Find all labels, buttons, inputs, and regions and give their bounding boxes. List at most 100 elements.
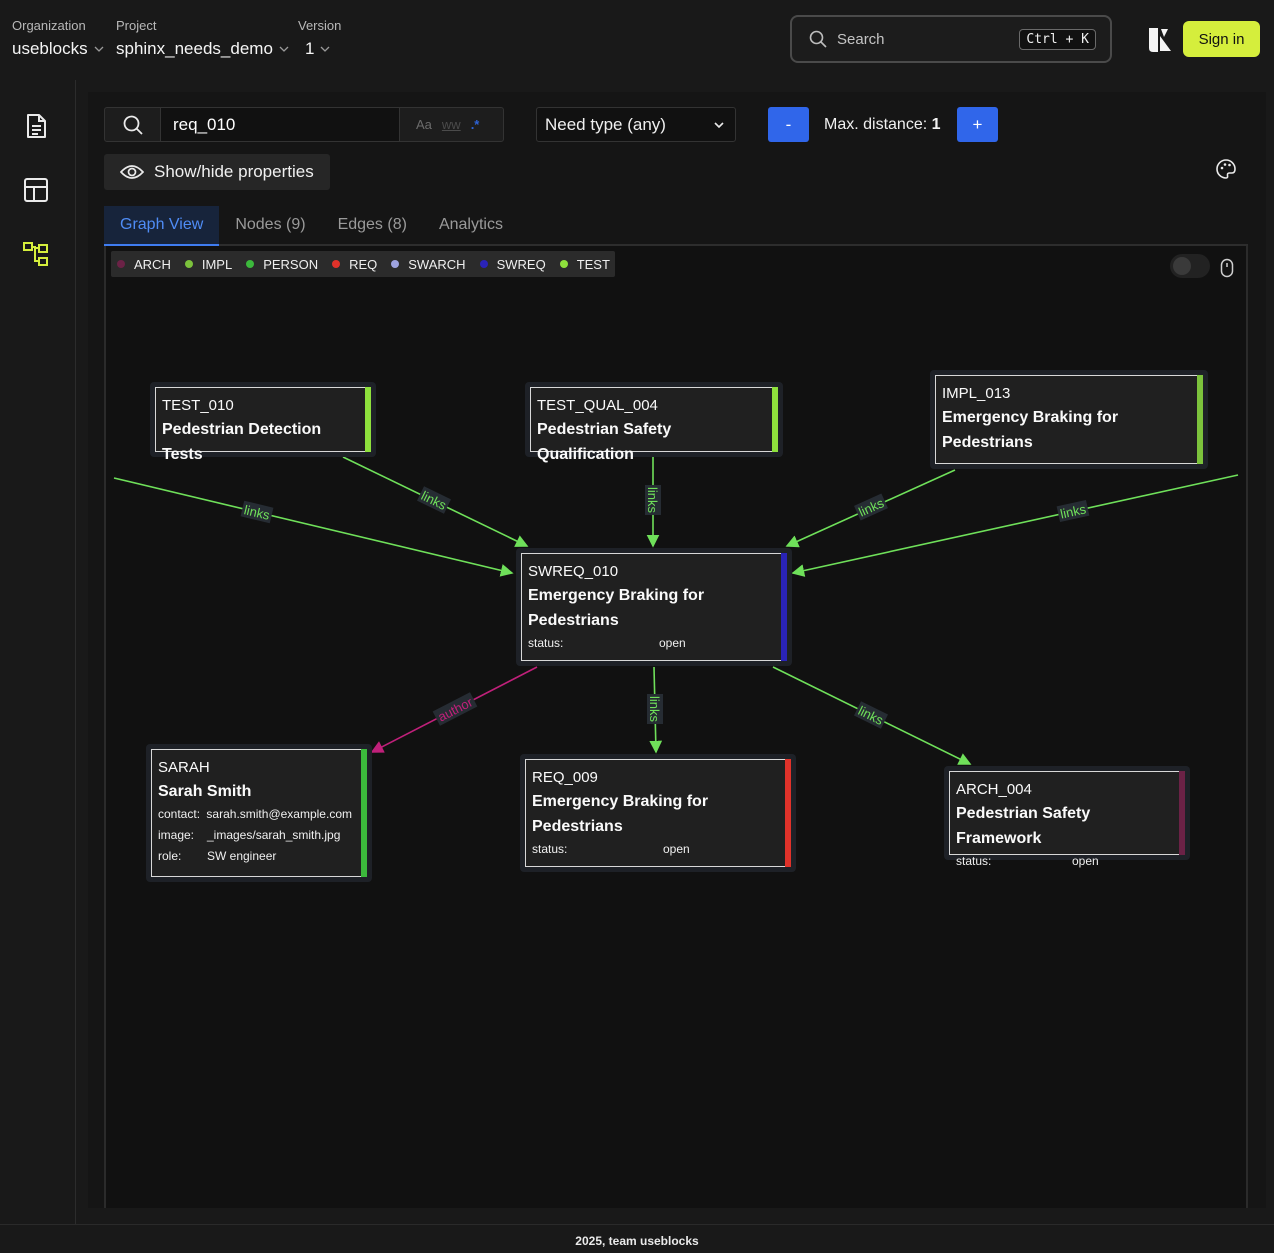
- property-key: role:: [158, 849, 182, 863]
- property-value: open: [663, 842, 690, 856]
- node-req-009[interactable]: REQ_009 Emergency Braking for Pedestrian…: [520, 754, 796, 872]
- edge-label: links: [854, 701, 888, 729]
- regex-toggle[interactable]: .*: [471, 117, 480, 132]
- layout-icon[interactable]: [22, 176, 50, 204]
- legend-color-dot: [246, 260, 255, 268]
- node-property-status: status: open: [528, 633, 772, 654]
- footer: 2025, team useblocks: [0, 1224, 1274, 1253]
- node-id: ARCH_004: [956, 781, 1032, 798]
- edge-label: links: [647, 694, 663, 724]
- type-color-bar: [365, 387, 371, 452]
- property-value: sarah.smith@example.com: [206, 807, 352, 821]
- property-key: status:: [528, 636, 564, 650]
- type-color-bar: [781, 553, 787, 661]
- mouse-icon[interactable]: [1220, 258, 1234, 278]
- edge-label-text: links: [645, 487, 660, 514]
- project-label: Project: [116, 18, 157, 33]
- type-color-bar: [785, 759, 791, 867]
- legend-item-req[interactable]: REQ: [332, 257, 377, 272]
- max-distance: Max. distance: 1: [824, 116, 941, 134]
- property-key: status:: [532, 842, 568, 856]
- legend-item-arch[interactable]: ARCH: [117, 257, 171, 272]
- version-label: Version: [298, 18, 342, 33]
- edge-label: links: [645, 485, 661, 515]
- organization-selector[interactable]: Organization useblocks: [12, 18, 104, 59]
- max-distance-label: Max. distance:: [824, 116, 928, 133]
- property-value: _images/sarah_smith.jpg: [207, 828, 341, 842]
- need-type-select[interactable]: Need type (any): [536, 107, 736, 142]
- node-id: TEST_QUAL_004: [537, 397, 658, 414]
- layout-toggle[interactable]: [1170, 254, 1210, 278]
- search-icon: [809, 30, 827, 48]
- legend-label: TEST: [576, 256, 610, 272]
- sign-in-button[interactable]: Sign in: [1183, 21, 1260, 57]
- tab-nodes[interactable]: Nodes (9): [219, 206, 321, 246]
- type-color-bar: [1197, 375, 1203, 464]
- node-test-010[interactable]: TEST_010 Pedestrian Detection Tests: [150, 382, 376, 463]
- node-arch-004[interactable]: ARCH_004 Pedestrian Safety Framework sta…: [944, 766, 1190, 868]
- node-property-status: status: open: [956, 851, 1170, 872]
- search-box[interactable]: Search Ctrl + K: [790, 15, 1112, 63]
- property-value: open: [1072, 854, 1099, 868]
- edge-label-text: links: [1059, 501, 1088, 521]
- whole-word-toggle[interactable]: ww: [442, 117, 461, 132]
- edge-label-text: author: [435, 694, 475, 725]
- edge-line[interactable]: [791, 474, 1239, 577]
- graph-icon[interactable]: [22, 240, 50, 268]
- show-hide-properties-button[interactable]: Show/hide properties: [104, 154, 330, 190]
- node-property-role: role: SW engineer: [158, 846, 352, 867]
- theme-toggle-icon[interactable]: [1146, 26, 1174, 54]
- legend-label: ARCH: [134, 256, 171, 272]
- legend-label: PERSON: [263, 256, 319, 272]
- decrease-distance-button[interactable]: -: [768, 107, 809, 142]
- view-tabs: Graph View Nodes (9) Edges (8) Analytics: [104, 206, 1248, 246]
- search-shortcut: Ctrl + K: [1019, 28, 1096, 50]
- graph-canvas[interactable]: links links links links links author links link…: [104, 246, 1248, 1208]
- legend-item-test[interactable]: TEST: [559, 256, 610, 272]
- legend-color-dot: [479, 260, 488, 268]
- tab-graph-view[interactable]: Graph View: [104, 206, 220, 246]
- search-placeholder: Search: [837, 30, 885, 48]
- node-title: Pedestrian Safety Qualification: [537, 421, 672, 463]
- node-id: SWREQ_010: [528, 563, 619, 580]
- chevron-down-icon: [94, 46, 104, 52]
- edge-label: links: [417, 486, 451, 514]
- node-id: TEST_010: [162, 397, 234, 414]
- edge-label: links: [240, 500, 274, 524]
- node-swreq-010[interactable]: SWREQ_010 Emergency Braking for Pedestri…: [516, 548, 792, 666]
- match-case-toggle[interactable]: Aa: [416, 117, 432, 132]
- need-type-value: Need type (any): [545, 114, 666, 134]
- legend-item-person[interactable]: PERSON: [246, 257, 318, 272]
- legend-item-impl[interactable]: IMPL: [184, 257, 232, 272]
- legend-item-swarch[interactable]: SWARCH: [391, 257, 466, 272]
- node-property-status: status: open: [532, 839, 776, 860]
- property-key: status:: [956, 854, 992, 868]
- sidebar: [0, 80, 76, 1224]
- project-value: sphinx_needs_demo: [116, 39, 273, 58]
- type-color-bar: [361, 749, 367, 877]
- increase-distance-button[interactable]: +: [957, 107, 998, 142]
- document-icon[interactable]: [22, 112, 50, 140]
- type-color-bar: [1179, 771, 1185, 855]
- legend-color-dot: [332, 260, 341, 268]
- search-icon: [105, 108, 161, 141]
- tab-edges[interactable]: Edges (8): [322, 206, 423, 246]
- node-test-qual-004[interactable]: TEST_QUAL_004 Pedestrian Safety Qualific…: [525, 382, 783, 463]
- node-title: Emergency Braking for Pedestrians: [532, 793, 709, 835]
- version-selector[interactable]: Version 1: [298, 18, 341, 59]
- node-id: SARAH: [158, 759, 210, 776]
- node-title: Pedestrian Safety Framework: [956, 805, 1091, 847]
- palette-icon[interactable]: [1215, 158, 1237, 180]
- type-color-bar: [772, 387, 778, 452]
- toggle-knob: [1173, 257, 1191, 275]
- chevron-down-icon: [321, 46, 330, 52]
- query-input[interactable]: [161, 108, 399, 141]
- project-selector[interactable]: Project sphinx_needs_demo: [116, 18, 289, 59]
- chevron-down-icon: [279, 46, 289, 52]
- edge-label-text: links: [647, 696, 662, 723]
- tab-analytics[interactable]: Analytics: [423, 206, 519, 246]
- legend-item-swreq[interactable]: SWREQ: [479, 257, 546, 272]
- node-sarah[interactable]: SARAH Sarah Smith contact: sarah.smith@ex…: [146, 744, 372, 882]
- edge-line[interactable]: [113, 477, 514, 577]
- node-impl-013[interactable]: IMPL_013 Emergency Braking for Pedestria…: [930, 370, 1208, 469]
